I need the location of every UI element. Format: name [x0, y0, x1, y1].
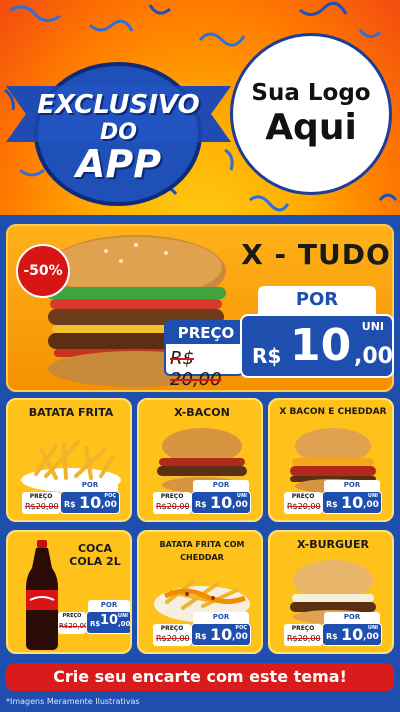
currency: R$: [326, 632, 338, 641]
images-disclaimer: *Imagens Meramente Ilustrativas: [6, 697, 140, 706]
por-label: POR: [324, 612, 380, 623]
price-tag: POR PREÇO R$20,00 R$ 10 ,00 POÇ: [153, 612, 253, 646]
old-price: R$20,00: [156, 634, 190, 643]
main-por-label: POR: [258, 286, 376, 314]
price-box: R$ 10 ,00 POÇ: [60, 491, 120, 514]
header-banner: EXCLUSIVO DO APP Sua Logo Aqui: [0, 0, 400, 215]
price-box: R$ 10 ,00 UNI: [191, 491, 251, 514]
price-decimal: ,00: [101, 500, 117, 510]
preco-label: PREÇO: [291, 625, 315, 632]
main-product-title: X - TUDO: [241, 238, 391, 271]
price-decimal: ,00: [232, 500, 248, 510]
main-price-decimal: ,00: [354, 344, 393, 369]
price-decimal: ,00: [363, 500, 379, 510]
product-card-x-bacon-cheddar[interactable]: X BACON E CHEDDAR POR PREÇO R$20,00 R$ 1…: [268, 398, 394, 522]
product-card-batata-cheddar[interactable]: BATATA FRITA COM CHEDDAR POR PREÇO R$20,…: [137, 530, 263, 654]
unit-label: POÇ: [235, 625, 247, 631]
price-tag: POR PREÇO R$20,00 R$ 10 ,00 UNI: [284, 612, 384, 646]
main-offer-card[interactable]: -50% X - TUDO POR PREÇO R$ 20,00 UNI R$ …: [6, 224, 394, 392]
old-price-box: PREÇO R$20,00: [22, 492, 60, 514]
logo-line-1: Sua Logo: [251, 80, 371, 106]
old-price: R$20,00: [59, 622, 89, 630]
por-label: POR: [193, 612, 249, 623]
old-price-box: PREÇO R$20,00: [153, 624, 191, 646]
preco-label: PREÇO: [291, 493, 315, 500]
price-box: R$ 10 ,00 UNI: [322, 491, 382, 514]
price-integer: 10: [79, 493, 102, 512]
preco-label: PREÇO: [62, 613, 82, 619]
product-title: X-BURGUER: [297, 538, 369, 551]
currency: R$: [90, 620, 101, 628]
old-price: R$20,00: [287, 502, 321, 511]
old-price: R$20,00: [287, 634, 321, 643]
old-price-box: PREÇO R$20,00: [58, 612, 89, 634]
price-decimal: ,00: [363, 632, 379, 642]
badge-line-3: APP: [75, 142, 162, 186]
old-price-box: PREÇO R$20,00: [284, 624, 322, 646]
exclusive-app-badge: EXCLUSIVO DO APP: [6, 62, 231, 207]
price-decimal: ,00: [232, 632, 248, 642]
product-card-x-burguer[interactable]: X-BURGUER POR PREÇO R$20,00 R$ 10 ,00 UN…: [268, 530, 394, 654]
por-label: POR: [324, 480, 380, 491]
logo-placeholder[interactable]: Sua Logo Aqui: [230, 33, 392, 195]
old-price-box: PREÇO R$20,00: [153, 492, 191, 514]
old-price: R$20,00: [156, 502, 190, 511]
currency: R$: [195, 500, 207, 509]
main-old-price-box: PREÇO R$ 20,00: [164, 320, 246, 390]
product-title: BATATA FRITA: [28, 406, 114, 419]
soda-bottle-image: [26, 540, 58, 650]
currency: R$: [64, 500, 76, 509]
main-unit-label: UNI: [361, 320, 384, 333]
price-integer: 10: [210, 493, 233, 512]
old-price-box: PREÇO R$20,00: [284, 492, 322, 514]
price-integer: 10: [100, 613, 119, 628]
price-tag: POR PREÇO R$20,00 R$ 10 ,00 UNI: [58, 600, 131, 634]
preco-label: PREÇO: [160, 625, 184, 632]
main-price-box: UNI R$ 10 ,00: [240, 314, 394, 378]
discount-badge: -50%: [16, 244, 70, 298]
price-box: R$ 10 ,00 UNI: [322, 623, 382, 646]
product-card-coca-cola[interactable]: COCA COLA 2L POR PREÇO R$20,00 R$ 10 ,00…: [6, 530, 132, 654]
unit-label: UNI: [236, 493, 247, 499]
unit-label: POÇ: [104, 493, 116, 499]
por-label: POR: [62, 480, 118, 491]
por-label: POR: [193, 480, 249, 491]
product-card-batata-frita[interactable]: BATATA FRITA POR PREÇO R$20,00 R$ 10 ,00…: [6, 398, 132, 522]
price-integer: 10: [210, 625, 233, 644]
main-preco-label: PREÇO: [166, 322, 246, 344]
unit-label: UNI: [367, 493, 378, 499]
product-title: X BACON E CHEDDAR: [279, 407, 387, 417]
currency: R$: [195, 632, 207, 641]
preco-label: PREÇO: [160, 493, 184, 500]
badge-line-1: EXCLUSIVO: [37, 90, 200, 120]
old-price: R$20,00: [25, 502, 59, 511]
main-price-integer: 10: [290, 320, 352, 371]
preco-label: PREÇO: [29, 493, 53, 500]
por-label: POR: [88, 600, 130, 611]
currency: R$: [326, 500, 338, 509]
price-tag: POR PREÇO R$20,00 R$ 10 ,00 UNI: [284, 480, 384, 514]
unit-label: UNI: [367, 625, 378, 631]
price-tag: POR PREÇO R$20,00 R$ 10 ,00 POÇ: [22, 480, 122, 514]
price-integer: 10: [341, 493, 364, 512]
price-tag: POR PREÇO R$20,00 R$ 10 ,00 UNI: [153, 480, 253, 514]
price-decimal: ,00: [118, 620, 131, 628]
product-title: COCA COLA 2L: [69, 542, 121, 568]
main-currency: R$: [252, 344, 282, 368]
price-integer: 10: [341, 625, 364, 644]
main-old-price: R$ 20,00: [170, 348, 222, 390]
unit-label: UNI: [117, 613, 128, 619]
product-card-x-bacon[interactable]: X-BACON POR PREÇO R$20,00 R$ 10 ,00 UNI: [137, 398, 263, 522]
logo-line-2: Aqui: [265, 107, 357, 148]
create-flyer-button[interactable]: Crie seu encarte com este tema!: [6, 663, 394, 691]
product-title: X-BACON: [174, 406, 230, 419]
price-box: R$ 10 ,00 POÇ: [191, 623, 251, 646]
price-box: R$ 10 ,00 UNI: [86, 611, 131, 634]
